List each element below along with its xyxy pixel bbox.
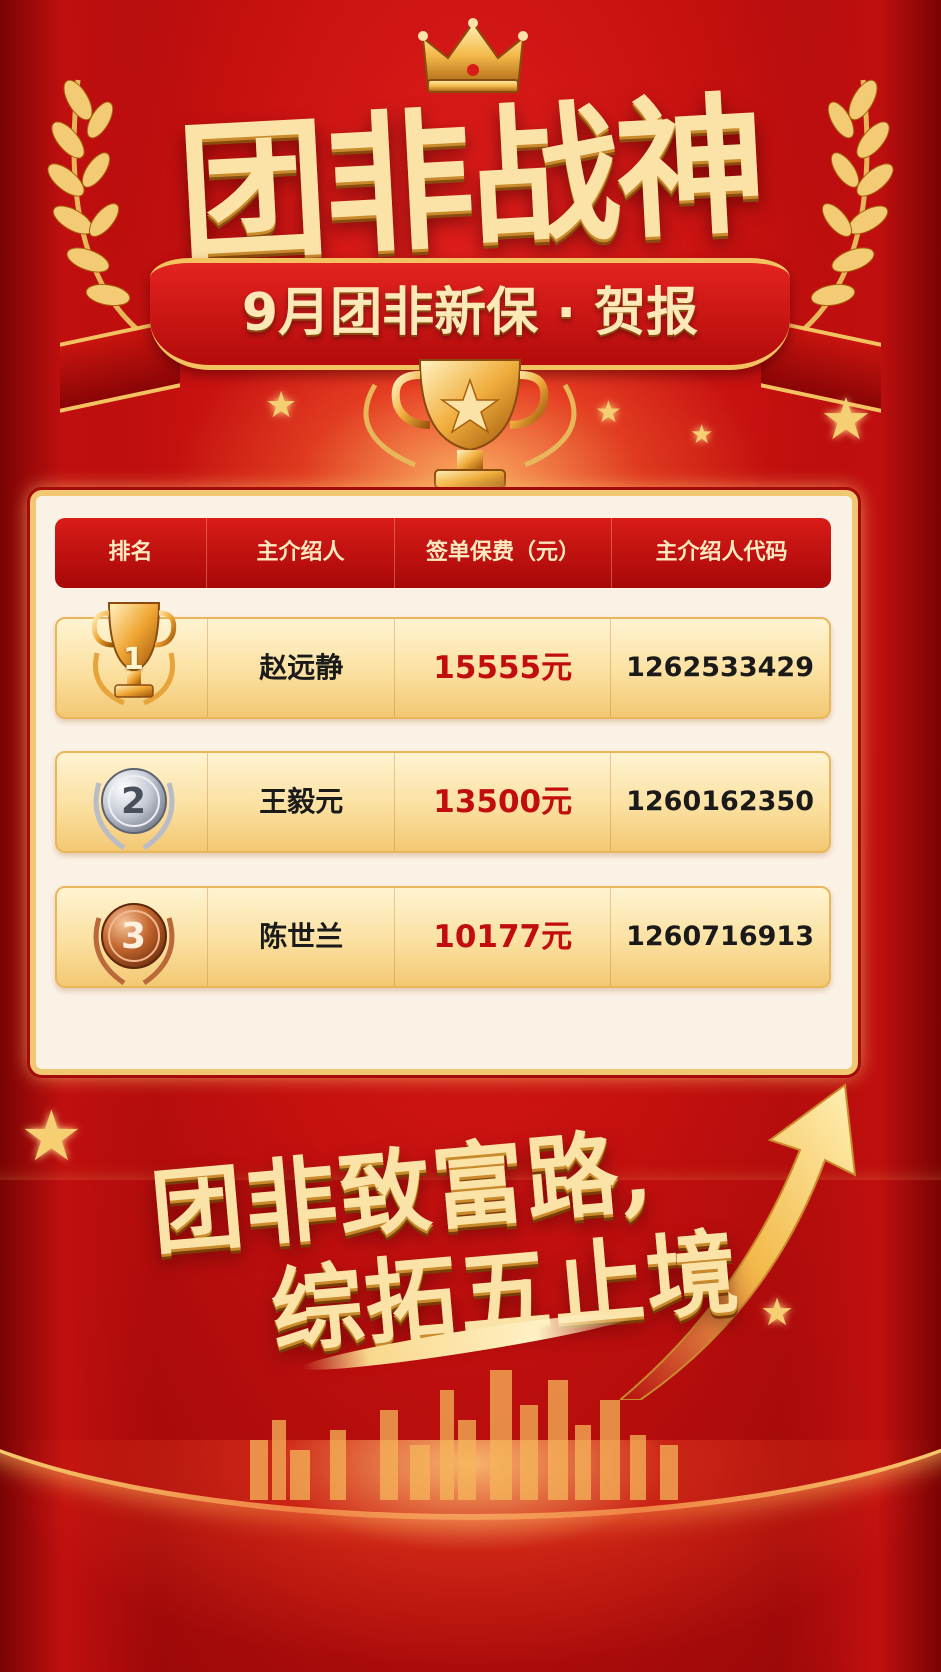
star-icon: ★: [820, 385, 872, 453]
premium-amount: 13500元: [395, 753, 612, 851]
rank-number: 1: [123, 642, 144, 677]
rank-number: 2: [121, 781, 147, 822]
star-icon: ★: [760, 1290, 795, 1334]
star-icon: ★: [595, 395, 622, 430]
rank-cell: 2: [57, 753, 209, 851]
referrer-name: 王毅元: [208, 753, 396, 851]
poster: 团非战神 9月团非新保 · 贺报 ★ ★ ★ ★ 排名 主介绍人 签单保费（元）…: [0, 0, 941, 1672]
column-header-rank: 排名: [55, 518, 207, 588]
column-header-premium: 签单保费（元）: [395, 518, 612, 588]
referrer-name: 赵远静: [208, 619, 396, 717]
star-icon: ★: [690, 420, 714, 450]
table-row: 3 陈世兰 10177元 1260716913: [55, 886, 831, 988]
column-header-referrer: 主介绍人: [207, 518, 395, 588]
table-header: 排名 主介绍人 签单保费（元） 主介绍人代码: [55, 518, 831, 588]
referrer-name: 陈世兰: [208, 888, 396, 986]
star-icon: ★: [265, 385, 298, 426]
column-header-code: 主介绍人代码: [655, 540, 788, 565]
table-row: 2 王毅元 13500元 1260162350: [55, 751, 831, 853]
premium-amount: 15555元: [395, 619, 612, 717]
rank-cell: 1: [57, 602, 209, 717]
rank-cell: 3: [57, 888, 209, 986]
referrer-code: 1260162350: [626, 786, 814, 817]
table-row: 1 赵远静 15555元 1262533429: [55, 602, 831, 719]
star-icon: ★: [20, 1095, 83, 1177]
referrer-code: 1260716913: [626, 921, 814, 952]
rank-number: 3: [121, 916, 147, 957]
premium-amount: 10177元: [395, 888, 612, 986]
referrer-code: 1262533429: [626, 652, 814, 683]
trophy-icon: [363, 359, 577, 489]
